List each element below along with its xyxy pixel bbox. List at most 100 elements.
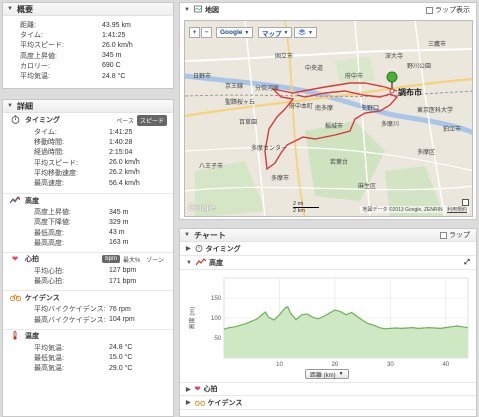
- map-title: 地図: [204, 7, 219, 14]
- row-label: タイム:: [34, 129, 57, 137]
- row-value: 345 m: [109, 208, 129, 216]
- elevation-label: 高度: [25, 197, 39, 205]
- heart-chart-toggle[interactable]: ▶ ❤ 心拍: [180, 382, 476, 396]
- pace-toggle[interactable]: ペース: [113, 115, 137, 126]
- chevron-down-icon: ▼: [338, 371, 344, 377]
- temperature-section-header[interactable]: 温度: [3, 328, 173, 343]
- xaxis-select[interactable]: 距離 (km) ▼: [305, 369, 349, 379]
- row-value: 163 m: [109, 239, 129, 247]
- chevron-down-icon: ▼: [308, 29, 313, 36]
- zoom-in-button[interactable]: +: [189, 27, 200, 38]
- summary-row-label: 高度上昇値:: [20, 52, 57, 60]
- lap-display-checkbox[interactable]: [426, 6, 433, 14]
- summary-row: 平均スピード: 26.0 km/h: [3, 40, 173, 50]
- timing-row: 最高速度: 56.4 km/h: [17, 178, 173, 188]
- row-label: 平均スピード:: [34, 159, 78, 167]
- elevation-chart-toggle[interactable]: ▼ 高度 ⤢: [180, 256, 476, 270]
- row-label: 経過時間:: [34, 149, 64, 157]
- temperature-row: 平均気温: 24.8 °C: [17, 343, 173, 353]
- cadence-icon: [194, 398, 205, 408]
- map-provider-label: Google: [220, 29, 243, 36]
- cadence-label: ケイデンス: [25, 294, 60, 302]
- speed-toggle[interactable]: スピード: [136, 114, 167, 126]
- lap-checkbox[interactable]: [440, 231, 447, 239]
- chevron-down-icon: ▼: [244, 29, 250, 36]
- place-label: 府中市: [345, 74, 364, 80]
- fullscreen-icon[interactable]: [462, 199, 469, 206]
- collapse-caret-icon[interactable]: ▼: [7, 103, 13, 109]
- charts-header[interactable]: ▼ チャート ラップ: [180, 229, 476, 242]
- collapse-caret-icon[interactable]: ▼: [7, 6, 13, 12]
- zoom-out-button[interactable]: −: [201, 27, 212, 38]
- timing-label: タイミング: [25, 117, 60, 124]
- terms-link[interactable]: 利用規約: [447, 207, 467, 213]
- row-label: 最高バイクケイデンス:: [34, 316, 106, 324]
- summary-row-label: 平均スピード:: [20, 42, 64, 50]
- row-label: 平均バイクケイデンス:: [34, 306, 106, 314]
- google-logo[interactable]: Google: [188, 203, 216, 212]
- heart-icon: ❤: [12, 256, 18, 264]
- collapse-caret-icon[interactable]: ▼: [184, 232, 190, 238]
- heart-row: 平均心拍: 127 bpm: [17, 266, 173, 276]
- map-panel: ▼ 地図 ラップ表示 + − Google ▼ マップ ▼ ▼ 調布市 府中市 …: [179, 2, 477, 220]
- details-header[interactable]: ▼ 詳細: [3, 100, 173, 113]
- place-label: 狛江市: [443, 127, 462, 133]
- expand-icon[interactable]: ⤢: [464, 259, 470, 267]
- row-value: 2:15:04: [109, 148, 133, 156]
- elevation-row: 最低高度: 43 m: [17, 228, 173, 238]
- elevation-icon: [195, 257, 207, 268]
- elevation-chart: 50 100 150 10 20 30 40 高度 (m) 距離 (km) ▼: [180, 270, 476, 382]
- max-percent-toggle[interactable]: 最大%: [120, 254, 143, 265]
- summary-row: タイム: 1:41:25: [3, 30, 173, 40]
- elevation-row: 高度上昇値: 345 m: [17, 207, 173, 217]
- place-label: 府中本町: [289, 104, 314, 110]
- bpm-toggle[interactable]: bpm: [102, 255, 120, 264]
- elevation-section-header[interactable]: 高度: [3, 193, 173, 207]
- place-label: 矢野口: [361, 106, 380, 112]
- summary-row: 平均気温: 24.8 °C: [3, 71, 173, 81]
- details-title: 詳細: [16, 101, 33, 111]
- cadence-chart-label: ケイデンス: [207, 399, 243, 407]
- place-label: 調布市: [398, 88, 422, 97]
- lap-display-label: ラップ表示: [435, 7, 470, 14]
- map-canvas[interactable]: + − Google ▼ マップ ▼ ▼ 調布市 府中市 稲城市 三鷹市 狛江市…: [184, 20, 473, 217]
- charts-title: チャート: [193, 230, 226, 240]
- map-type-label: マップ: [262, 30, 282, 38]
- y-tick-label: 50: [214, 336, 221, 342]
- timing-chart-toggle[interactable]: ▶ タイミング: [180, 242, 476, 256]
- map-header[interactable]: ▼ 地図 ラップ表示: [180, 3, 476, 17]
- summary-row-value: 690 C: [102, 62, 121, 70]
- place-label: 南多摩: [315, 106, 334, 112]
- cadence-section-header[interactable]: ケイデンス: [3, 290, 173, 304]
- summary-row-label: 平均気温:: [20, 73, 50, 81]
- timing-chart-label: タイミング: [205, 245, 241, 253]
- row-label: 最高速度:: [34, 180, 64, 188]
- scale-km: 2 km: [293, 208, 305, 214]
- row-value: 29.0 °C: [109, 364, 133, 372]
- layers-button[interactable]: ▼: [294, 27, 317, 38]
- collapse-caret-icon: ▼: [186, 259, 192, 266]
- collapse-caret-icon[interactable]: ▼: [184, 7, 190, 13]
- elevation-icon: [9, 195, 21, 206]
- timing-section-header[interactable]: タイミング ペース スピード: [3, 113, 173, 127]
- place-label: 日野市: [193, 74, 212, 80]
- place-label: 麻生区: [358, 184, 377, 190]
- row-value: 104 rpm: [109, 316, 135, 324]
- row-value: 171 bpm: [109, 277, 137, 285]
- place-label: 分倍河原: [255, 86, 280, 92]
- place-label: 中央道: [305, 66, 324, 72]
- map-type-select[interactable]: マップ ▼: [258, 27, 293, 38]
- expand-caret-icon: ▶: [186, 386, 191, 393]
- zone-toggle[interactable]: ゾーン: [143, 254, 167, 265]
- y-axis-label: 高度 (m): [188, 307, 196, 330]
- summary-row: カロリー: 690 C: [3, 61, 173, 71]
- summary-row-value: 43.95 km: [102, 21, 131, 29]
- summary-header[interactable]: ▼ 概要: [3, 3, 173, 16]
- summary-row-value: 24.8 °C: [102, 72, 126, 80]
- cadence-chart-toggle[interactable]: ▶ ケイデンス: [180, 396, 476, 410]
- row-value: 56.4 km/h: [109, 179, 140, 187]
- heart-section-header[interactable]: ❤ 心拍 bpm 最大% ゾーン: [3, 251, 173, 266]
- elevation-row: 高度下降値: 329 m: [17, 217, 173, 227]
- map-provider-select[interactable]: Google ▼: [216, 27, 254, 38]
- row-label: 移動時間:: [34, 139, 64, 147]
